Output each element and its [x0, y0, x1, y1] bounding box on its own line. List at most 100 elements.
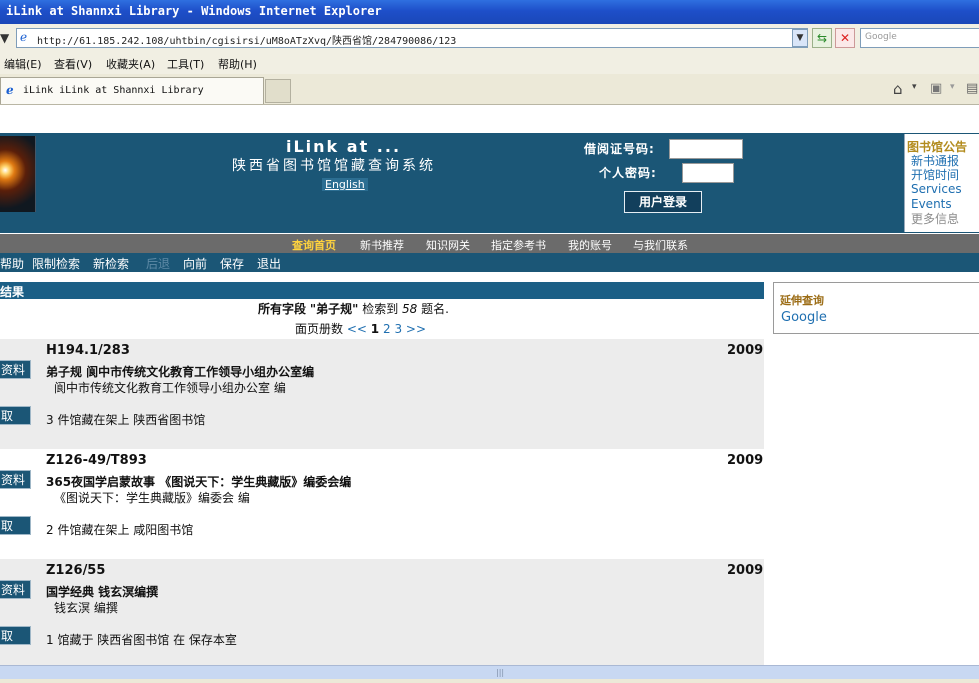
- window-title-bar: iLink at Shannxi Library - Windows Inter…: [0, 0, 979, 24]
- paging-page-3[interactable]: 3: [394, 322, 402, 336]
- menu-view[interactable]: 查看(V): [54, 56, 92, 72]
- search-summary: 所有字段 "弟子规" 检索到 58 题名.: [258, 300, 449, 317]
- record-author: 阆中市传统文化教育工作领导小组办公室 编: [54, 381, 286, 395]
- nav-my-account[interactable]: 我的账号: [568, 237, 612, 253]
- record-call-number: Z126/55: [46, 563, 106, 578]
- paging-current: 1: [370, 322, 380, 336]
- menu-bar: 编辑(E) 查看(V) 收藏夹(A) 工具(T) 帮助(H): [0, 52, 979, 75]
- paging-page-2[interactable]: 2: [383, 322, 391, 336]
- record-holdings: 2 件馆藏在架上 咸阳图书馆: [46, 523, 194, 537]
- record-call-number: H194.1/283: [46, 343, 130, 358]
- extended-search-panel: 延伸查询 Google: [773, 282, 979, 334]
- feeds-icon[interactable]: ▣: [930, 81, 942, 96]
- paging-prev[interactable]: <<: [347, 322, 367, 336]
- record-author: 钱玄溟 编撰: [54, 601, 118, 615]
- record-holdings: 1 馆藏于 陕西省图书馆 在 保存本室: [46, 633, 237, 647]
- refresh-button[interactable]: ⇆: [812, 28, 832, 48]
- results-header: 结果: [0, 282, 764, 299]
- details-button[interactable]: 资料: [0, 360, 31, 379]
- notice-panel: 图书馆公告 新书通报 开馆时间 Services Events 更多信息: [904, 134, 979, 232]
- tool-limit-search[interactable]: 限制检索: [32, 255, 80, 272]
- request-button[interactable]: 取: [0, 626, 31, 645]
- request-button[interactable]: 取: [0, 406, 31, 425]
- print-icon[interactable]: ▤: [966, 81, 978, 96]
- stop-button[interactable]: ✕: [835, 28, 855, 48]
- notice-opening-hours[interactable]: 开馆时间: [911, 166, 959, 183]
- password-input[interactable]: [682, 163, 734, 183]
- password-label: 个人密码:: [599, 166, 657, 180]
- nav-search-home[interactable]: 查询首页: [292, 237, 336, 253]
- record-title[interactable]: 365夜国学启蒙故事 《图说天下：学生典藏版》编委会编: [46, 473, 351, 490]
- url-text[interactable]: http://61.185.242.108/uhtbin/cgisirsi/uM…: [37, 32, 456, 47]
- tool-help[interactable]: 帮助: [0, 255, 24, 272]
- tool-back: 后退: [146, 257, 171, 271]
- feeds-dropdown-icon[interactable]: ▾: [950, 82, 955, 92]
- search-toolbar: 帮助 限制检索 新检索 后退 向前 保存 退出: [0, 253, 979, 272]
- home-dropdown-icon[interactable]: ▾: [912, 82, 917, 92]
- result-record: H194.1/283 2009 弟子规 阆中市传统文化教育工作领导小组办公室编 …: [0, 339, 764, 449]
- menu-favorites[interactable]: 收藏夹(A): [106, 56, 155, 72]
- record-title[interactable]: 弟子规 阆中市传统文化教育工作领导小组办公室编: [46, 363, 314, 380]
- window-title: iLink at Shannxi Library - Windows Inter…: [6, 4, 382, 18]
- main-nav: 查询首页 新书推荐 知识网关 指定参考书 我的账号 与我们联系: [0, 234, 979, 253]
- nav-knowledge-gateway[interactable]: 知识网关: [426, 237, 470, 253]
- tab-bar: ℯ iLink iLink at Shannxi Library ⌂ ▾ ▣ ▾…: [0, 74, 979, 105]
- search-placeholder: Google: [865, 32, 897, 42]
- pagination: 面页册数 << 1 2 3 >>: [295, 320, 426, 337]
- notice-events[interactable]: Events: [911, 197, 952, 211]
- ie-icon: ℯ: [6, 83, 14, 97]
- record-year: 2009: [727, 343, 764, 358]
- tool-forward[interactable]: 向前: [183, 255, 207, 272]
- notice-services[interactable]: Services: [911, 182, 962, 196]
- summary-mid: 检索到: [362, 302, 399, 316]
- tool-exit[interactable]: 退出: [257, 255, 281, 272]
- site-banner: iLink at ... 陕西省图书馆馆藏查询系统 English 借阅证号码:…: [0, 133, 979, 233]
- login-button[interactable]: 用户登录: [624, 191, 702, 213]
- record-author: 《图说天下：学生典藏版》编委会 编: [54, 491, 250, 505]
- results-header-label: 结果: [0, 285, 25, 299]
- summary-unit: 题名.: [421, 302, 449, 316]
- request-button[interactable]: 取: [0, 516, 31, 535]
- url-dropdown-button[interactable]: ▼: [792, 29, 808, 47]
- tab-label: iLink iLink at Shannxi Library: [23, 85, 204, 96]
- details-button[interactable]: 资料: [0, 580, 31, 599]
- menu-tools[interactable]: 工具(T): [167, 56, 204, 72]
- extended-search-title: 延伸查询: [780, 294, 824, 307]
- status-bar: [0, 679, 979, 683]
- nav-contact-us[interactable]: 与我们联系: [633, 237, 688, 253]
- english-link[interactable]: English: [322, 178, 368, 191]
- nav-new-books[interactable]: 新书推荐: [360, 237, 404, 253]
- library-logo: [0, 136, 36, 212]
- tab-ilink[interactable]: ℯ iLink iLink at Shannxi Library: [0, 77, 264, 104]
- notice-more[interactable]: 更多信息: [911, 210, 959, 227]
- horizontal-scrollbar[interactable]: |||: [0, 665, 979, 680]
- url-input[interactable]: ℯ http://61.185.242.108/uhtbin/cgisirsi/…: [16, 28, 808, 48]
- scrollbar-grip-icon[interactable]: |||: [496, 668, 504, 677]
- paging-label: 面页册数: [295, 322, 344, 336]
- nav-reserve-books[interactable]: 指定参考书: [491, 237, 546, 253]
- paging-next[interactable]: >>: [406, 322, 426, 336]
- result-record: Z126/55 2009 国学经典 钱玄溟编撰 钱玄溟 编撰 1 馆藏于 陕西省…: [0, 559, 764, 669]
- google-link[interactable]: Google: [781, 310, 827, 325]
- summary-count: 58: [402, 302, 418, 316]
- tool-save[interactable]: 保存: [220, 255, 244, 272]
- card-number-label: 借阅证号码:: [584, 142, 655, 156]
- details-button[interactable]: 资料: [0, 470, 31, 489]
- tool-new-search[interactable]: 新检索: [93, 255, 129, 272]
- back-arrow-icon[interactable]: ▼: [0, 31, 9, 45]
- result-record: Z126-49/T893 2009 365夜国学启蒙故事 《图说天下：学生典藏版…: [0, 449, 764, 559]
- summary-field: 所有字段: [258, 302, 307, 316]
- record-year: 2009: [727, 453, 764, 468]
- record-holdings: 3 件馆藏在架上 陕西省图书馆: [46, 413, 206, 427]
- new-tab-button[interactable]: [265, 79, 291, 103]
- record-title[interactable]: 国学经典 钱玄溟编撰: [46, 583, 158, 600]
- address-bar: ▼ ℯ http://61.185.242.108/uhtbin/cgisirs…: [0, 24, 979, 53]
- menu-edit[interactable]: 编辑(E): [4, 56, 42, 72]
- summary-term: "弟子规": [309, 302, 359, 316]
- site-title: iLink at ...: [286, 137, 402, 156]
- card-number-input[interactable]: [669, 139, 743, 159]
- menu-help[interactable]: 帮助(H): [218, 56, 257, 72]
- home-icon[interactable]: ⌂: [893, 80, 903, 98]
- record-call-number: Z126-49/T893: [46, 453, 147, 468]
- search-input[interactable]: Google: [860, 28, 979, 48]
